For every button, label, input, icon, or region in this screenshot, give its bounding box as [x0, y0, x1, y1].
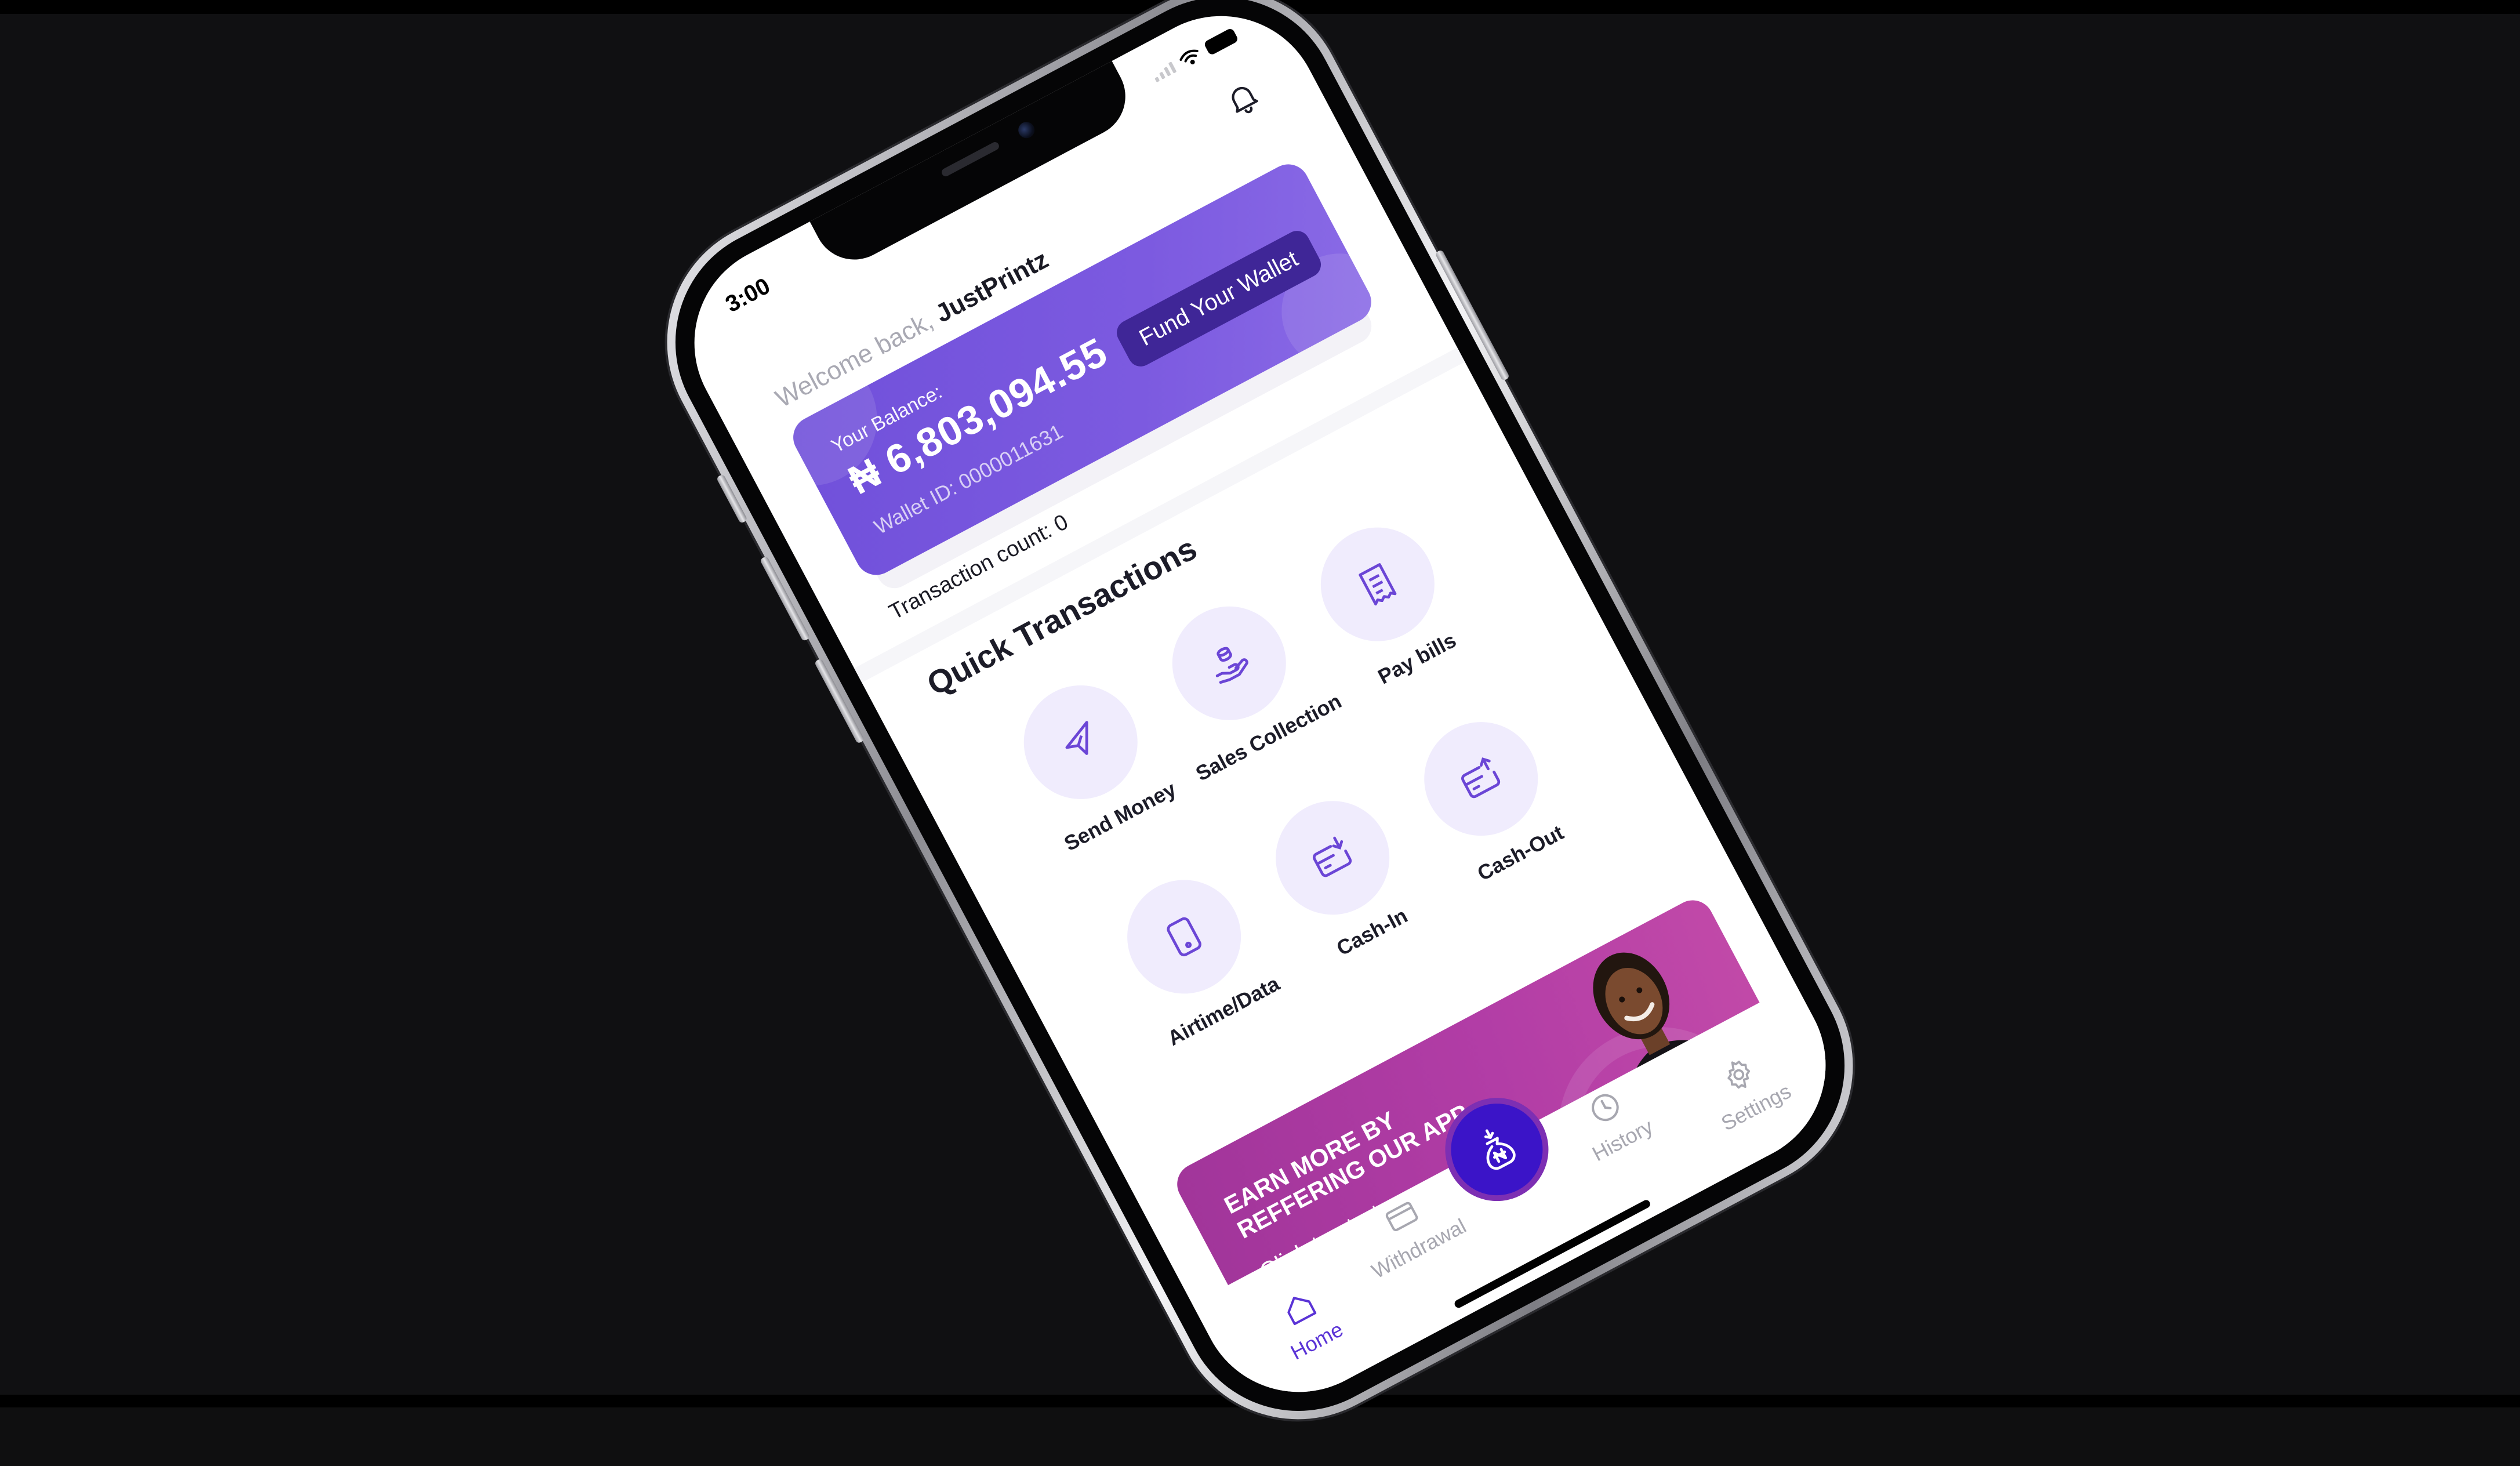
- background: 3:00 Welcome back, JustPrintz Your Balan…: [0, 0, 2520, 1464]
- nav-home[interactable]: Home: [1246, 1268, 1369, 1376]
- receipt-icon: [1359, 563, 1397, 606]
- coins-hand-icon: [1215, 647, 1248, 684]
- card-upload-icon: [1461, 757, 1501, 799]
- status-time: 3:00: [721, 273, 775, 318]
- battery-icon: [1203, 27, 1239, 56]
- money-bag-icon: [1484, 1129, 1516, 1170]
- gear-icon: [1727, 1061, 1751, 1089]
- signal-icon: [1152, 61, 1177, 83]
- home-icon: [1287, 1297, 1317, 1326]
- wifi-icon: [1179, 49, 1199, 65]
- phone-mockup: 3:00 Welcome back, JustPrintz Your Balan…: [623, 0, 1897, 1464]
- nav-settings[interactable]: Settings: [1684, 1035, 1808, 1142]
- notification-bell-icon[interactable]: [1218, 74, 1267, 123]
- phone-icon: [1167, 917, 1201, 957]
- card-download-icon: [1313, 836, 1352, 877]
- send-icon: [1065, 721, 1088, 755]
